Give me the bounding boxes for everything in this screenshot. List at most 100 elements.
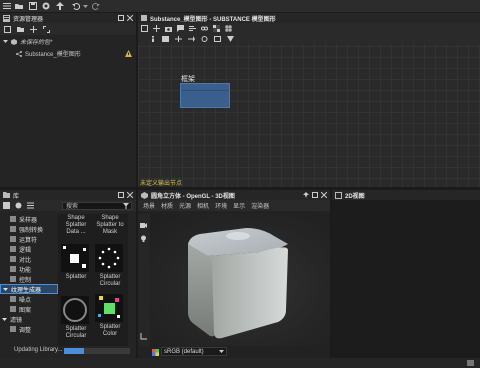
category-selected-texture-generators[interactable]: 纹理生成器 [0, 284, 58, 294]
tool-b-icon[interactable] [175, 36, 182, 42]
category-item[interactable]: 功能 [0, 264, 58, 274]
info-icon[interactable] [150, 36, 156, 42]
splatter-thumbnail[interactable] [61, 244, 89, 272]
category-item[interactable]: 调整 [0, 324, 58, 334]
library-search-input[interactable]: 搜索 [62, 201, 132, 210]
thumb-label: Splatter [65, 274, 87, 280]
filter-icon[interactable] [123, 202, 129, 209]
undo-icon[interactable] [72, 2, 80, 10]
graph-tab-icon [141, 15, 147, 21]
menu-display[interactable]: 显示 [233, 201, 245, 210]
library-settings-icon[interactable] [27, 202, 34, 209]
library-category-list: 采样器 强制转换 运算符 逻辑 对比 功能 控制 纹理生成器 噪点 图案 滤镜 … [0, 214, 58, 334]
category-icon [10, 306, 16, 312]
category-item[interactable]: 采样器 [0, 214, 58, 224]
view3d-viewport[interactable] [150, 214, 330, 346]
splatter-circular-thumbnail[interactable] [95, 244, 123, 272]
category-item[interactable]: 逻辑 [0, 244, 58, 254]
menu-environment[interactable]: 环境 [215, 201, 227, 210]
maximize-icon[interactable] [312, 192, 318, 198]
move-icon[interactable] [153, 25, 160, 32]
chevron-down-icon[interactable] [3, 39, 8, 44]
new-package-icon[interactable] [4, 25, 11, 33]
color-space-dropdown[interactable]: sRGB (default) [161, 347, 227, 356]
color-profile-icon [152, 349, 159, 356]
chevron-down-icon[interactable] [2, 317, 7, 322]
package-icon [11, 38, 17, 45]
status-text: Updating Library... [14, 347, 63, 353]
save-icon[interactable] [29, 2, 37, 10]
publish-icon[interactable] [56, 2, 64, 10]
tool-f-icon[interactable] [227, 36, 234, 42]
menu-renderer[interactable]: 渲染器 [251, 201, 269, 210]
chevron-down-icon[interactable] [219, 349, 224, 354]
frame-node[interactable] [180, 83, 230, 108]
category-item[interactable]: 对比 [0, 254, 58, 264]
redo-icon[interactable] [92, 2, 100, 10]
library-folder-icon [3, 192, 10, 198]
library-status: Updating Library... [0, 346, 136, 355]
notification-icon[interactable] [467, 360, 474, 366]
close-icon[interactable] [127, 192, 133, 198]
explorer-title: 资源管理器 [13, 16, 44, 23]
splatter-circular-thumbnail-2[interactable] [61, 296, 89, 324]
grid-icon[interactable] [225, 25, 232, 32]
thumb-label: Splatter Color [99, 324, 121, 337]
maximize-icon[interactable] [118, 15, 124, 21]
expand-icon[interactable] [43, 25, 50, 33]
chevron-down-icon[interactable] [83, 2, 88, 10]
view3d-menubar: 场景 材质 光源 相机 环境 显示 渲染器 [138, 200, 330, 211]
category-item[interactable]: 图案 [0, 304, 58, 314]
package-row[interactable]: 未保存的包* [0, 37, 136, 46]
menu-lights[interactable]: 光源 [179, 201, 191, 210]
category-icon [10, 296, 16, 302]
add-icon[interactable] [30, 25, 37, 33]
explorer-toolbar [0, 23, 136, 35]
tool-c-icon[interactable] [188, 36, 195, 42]
graph-toolbar-1 [138, 23, 480, 34]
library-add-icon[interactable] [15, 202, 22, 209]
view3d-header: 圆角立方体 - OpenGL - 3D视图 [138, 190, 330, 200]
library-view-icon[interactable] [3, 202, 10, 209]
folder-icon[interactable] [15, 2, 23, 10]
menu-camera[interactable]: 相机 [197, 201, 209, 210]
menu-icon[interactable] [3, 2, 11, 10]
graph-header-area: Substance_模型图形 - SUBSTANCE 模型图形 [138, 13, 480, 44]
light-icon[interactable] [140, 235, 147, 242]
close-icon[interactable] [127, 15, 133, 21]
category-section-filters[interactable]: 滤镜 [0, 314, 58, 324]
open-folder-icon[interactable] [17, 26, 24, 33]
view3d-icon [141, 191, 148, 199]
camera-icon[interactable] [165, 25, 172, 32]
layout-icon[interactable] [213, 25, 220, 32]
camera-icon[interactable] [140, 222, 147, 229]
chevron-down-icon[interactable] [3, 287, 8, 292]
view2d-header: 2D视图 [332, 190, 480, 200]
axis-icon[interactable] [140, 333, 147, 340]
category-icon [10, 236, 16, 242]
category-icon [10, 246, 16, 252]
tool-a-icon[interactable] [162, 36, 169, 42]
graph-row[interactable]: Substance_模型图形 [0, 49, 136, 58]
splatter-color-thumbnail[interactable] [95, 294, 123, 322]
category-item[interactable]: 强制转换 [0, 224, 58, 234]
menu-scene[interactable]: 场景 [143, 201, 155, 210]
frame-all-icon[interactable] [141, 25, 148, 32]
menu-materials[interactable]: 材质 [161, 201, 173, 210]
tool-d-icon[interactable] [201, 36, 208, 42]
category-item[interactable]: 运算符 [0, 234, 58, 244]
tool-e-icon[interactable] [214, 36, 221, 42]
package-icon[interactable] [42, 2, 50, 10]
maximize-icon[interactable] [118, 192, 124, 198]
view3d-title: 圆角立方体 - OpenGL - 3D视图 [151, 193, 235, 200]
close-icon[interactable] [321, 192, 327, 198]
align-icon[interactable] [189, 25, 196, 32]
category-icon [10, 326, 16, 332]
pin-icon[interactable] [303, 192, 309, 198]
link-icon[interactable] [201, 25, 208, 32]
search-placeholder: 搜索 [66, 204, 79, 210]
category-item[interactable]: 控制 [0, 274, 58, 284]
category-item[interactable]: 噪点 [0, 294, 58, 304]
comment-icon[interactable] [177, 25, 184, 32]
graph-header: Substance_模型图形 - SUBSTANCE 模型图形 [138, 13, 480, 23]
